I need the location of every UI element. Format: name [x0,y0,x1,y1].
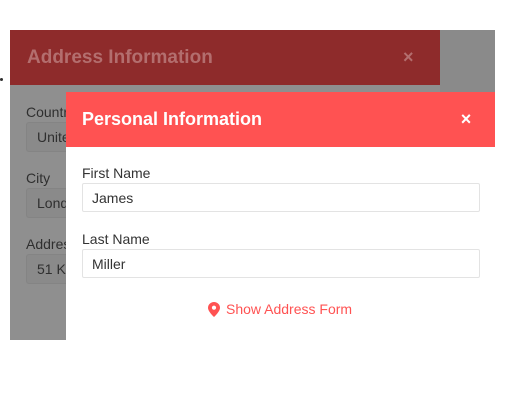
last-name-input[interactable] [82,249,480,278]
city-label: City [26,170,51,186]
address-label: Addres [26,236,71,252]
personal-modal-header: Personal Information × [66,92,495,147]
show-address-form-link[interactable]: Show Address Form [208,301,352,317]
overlay-dot [0,78,3,81]
show-address-form-label: Show Address Form [226,301,353,317]
address-modal-header: Address Information × [10,30,440,85]
first-name-label: First Name [82,165,151,181]
address-modal-title: Address Information [27,47,213,68]
last-name-label: Last Name [82,231,150,247]
personal-information-modal: Personal Information × First Name Last N… [66,92,495,340]
first-name-input[interactable] [82,183,480,212]
close-icon[interactable]: × [455,106,477,132]
country-label: Countr [26,104,69,120]
personal-modal-title: Personal Information [82,109,263,129]
address-modal-close-icon: × [403,47,414,67]
map-pin-icon [208,301,220,317]
